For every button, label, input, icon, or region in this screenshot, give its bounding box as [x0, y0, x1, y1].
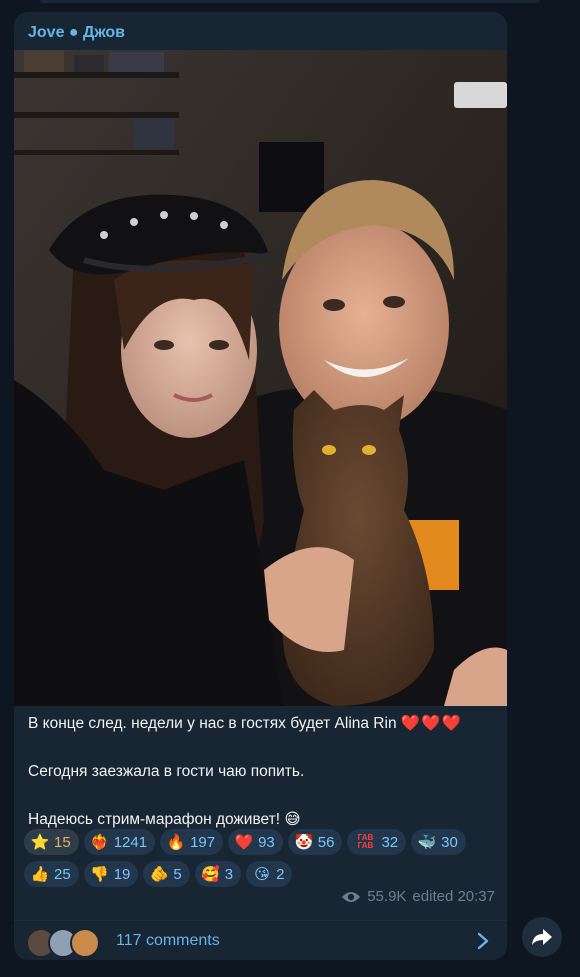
reaction-count: 3 [224, 865, 234, 883]
previous-message-edge [40, 0, 540, 3]
star-icon: ⭐ [30, 834, 50, 851]
pointing-hand-icon: 🫵 [150, 866, 169, 883]
line-1-text: В конце след. недели у нас в гостях буде… [28, 715, 397, 732]
post-text-line-1: В конце след. недели у нас в гостях буде… [28, 712, 498, 736]
smiling-hearts-icon: 🥰 [201, 866, 221, 883]
reaction-pill[interactable]: 🐳 30 [411, 829, 466, 855]
edited-time: edited 20:37 [412, 888, 495, 905]
reaction-count: 56 [317, 833, 335, 851]
channel-author[interactable]: Jove ● Джов [28, 24, 125, 42]
post-text: В конце след. недели у нас в гостях буде… [28, 712, 498, 832]
views-count: 55.9K [367, 888, 407, 905]
comments-count-label: 117 comments [116, 932, 220, 949]
forward-arrow-icon [532, 929, 552, 945]
channel-post: Jove ● Джов В конце след. недели у нас в… [14, 12, 507, 960]
fire-icon: 🔥 [166, 834, 186, 851]
reaction-pill[interactable]: 😘 2 [246, 861, 293, 887]
clown-icon: 🤡 [294, 834, 314, 851]
heart-on-fire-icon: ❤️‍🔥 [90, 834, 110, 851]
post-photo[interactable] [14, 50, 507, 706]
photo-illustration [14, 50, 507, 706]
kiss-icon: 😘 [254, 866, 270, 883]
reaction-count: 1241 [113, 833, 148, 851]
hearts-emoji: ❤️❤️❤️ [400, 715, 462, 732]
commenter-avatars [26, 926, 106, 958]
reaction-count: 15 [54, 833, 71, 851]
reaction-pill[interactable]: 👎 19 [83, 861, 139, 887]
comments-button[interactable]: 117 comments [14, 920, 507, 960]
chevron-right-icon [477, 932, 489, 950]
forward-button[interactable] [522, 917, 562, 957]
reactions-bar: ⭐ 15 ❤️‍🔥 1241 🔥 197 ❤️ 93 🤡 56 ГАВ ГАВ 32 🐳 30 👍 25 👎 19… [24, 829, 504, 887]
reaction-pill[interactable]: 👍 25 [24, 861, 79, 887]
reaction-pill[interactable]: ГАВ ГАВ 32 [347, 829, 407, 855]
post-text-line-2: Сегодня заезжала в гости чаю попить. [28, 763, 305, 780]
reaction-count: 25 [54, 865, 71, 883]
avatar [70, 928, 100, 958]
reaction-pill[interactable]: ⭐ 15 [24, 829, 79, 855]
reaction-count: 2 [276, 865, 285, 883]
reaction-pill[interactable]: 🥰 3 [194, 861, 242, 887]
reaction-pill[interactable]: 🫵 5 [143, 861, 190, 887]
reaction-pill[interactable]: 🔥 197 [160, 829, 224, 855]
post-meta: 55.9K edited 20:37 [341, 888, 495, 905]
thumbs-up-icon: 👍 [30, 866, 50, 883]
heart-icon: ❤️ [234, 834, 254, 851]
sweat-smile-emoji: 😅 [284, 811, 301, 828]
reaction-count: 32 [381, 833, 399, 851]
reaction-pill[interactable]: ❤️ 93 [228, 829, 283, 855]
reaction-count: 93 [258, 833, 275, 851]
reaction-count: 5 [173, 865, 182, 883]
reaction-pill[interactable]: 🤡 56 [287, 829, 343, 855]
reaction-count: 19 [113, 865, 131, 883]
reaction-count: 30 [441, 833, 458, 851]
line-3-text: Надеюсь стрим-марафон доживет! [28, 811, 281, 828]
gav-gav-sticker-icon: ГАВ ГАВ [357, 833, 374, 850]
reaction-count: 197 [190, 833, 216, 851]
views-eye-icon [342, 891, 361, 902]
reaction-pill[interactable]: ❤️‍🔥 1241 [83, 829, 156, 855]
whale-icon: 🐳 [417, 834, 437, 851]
thumbs-down-icon: 👎 [90, 866, 110, 883]
